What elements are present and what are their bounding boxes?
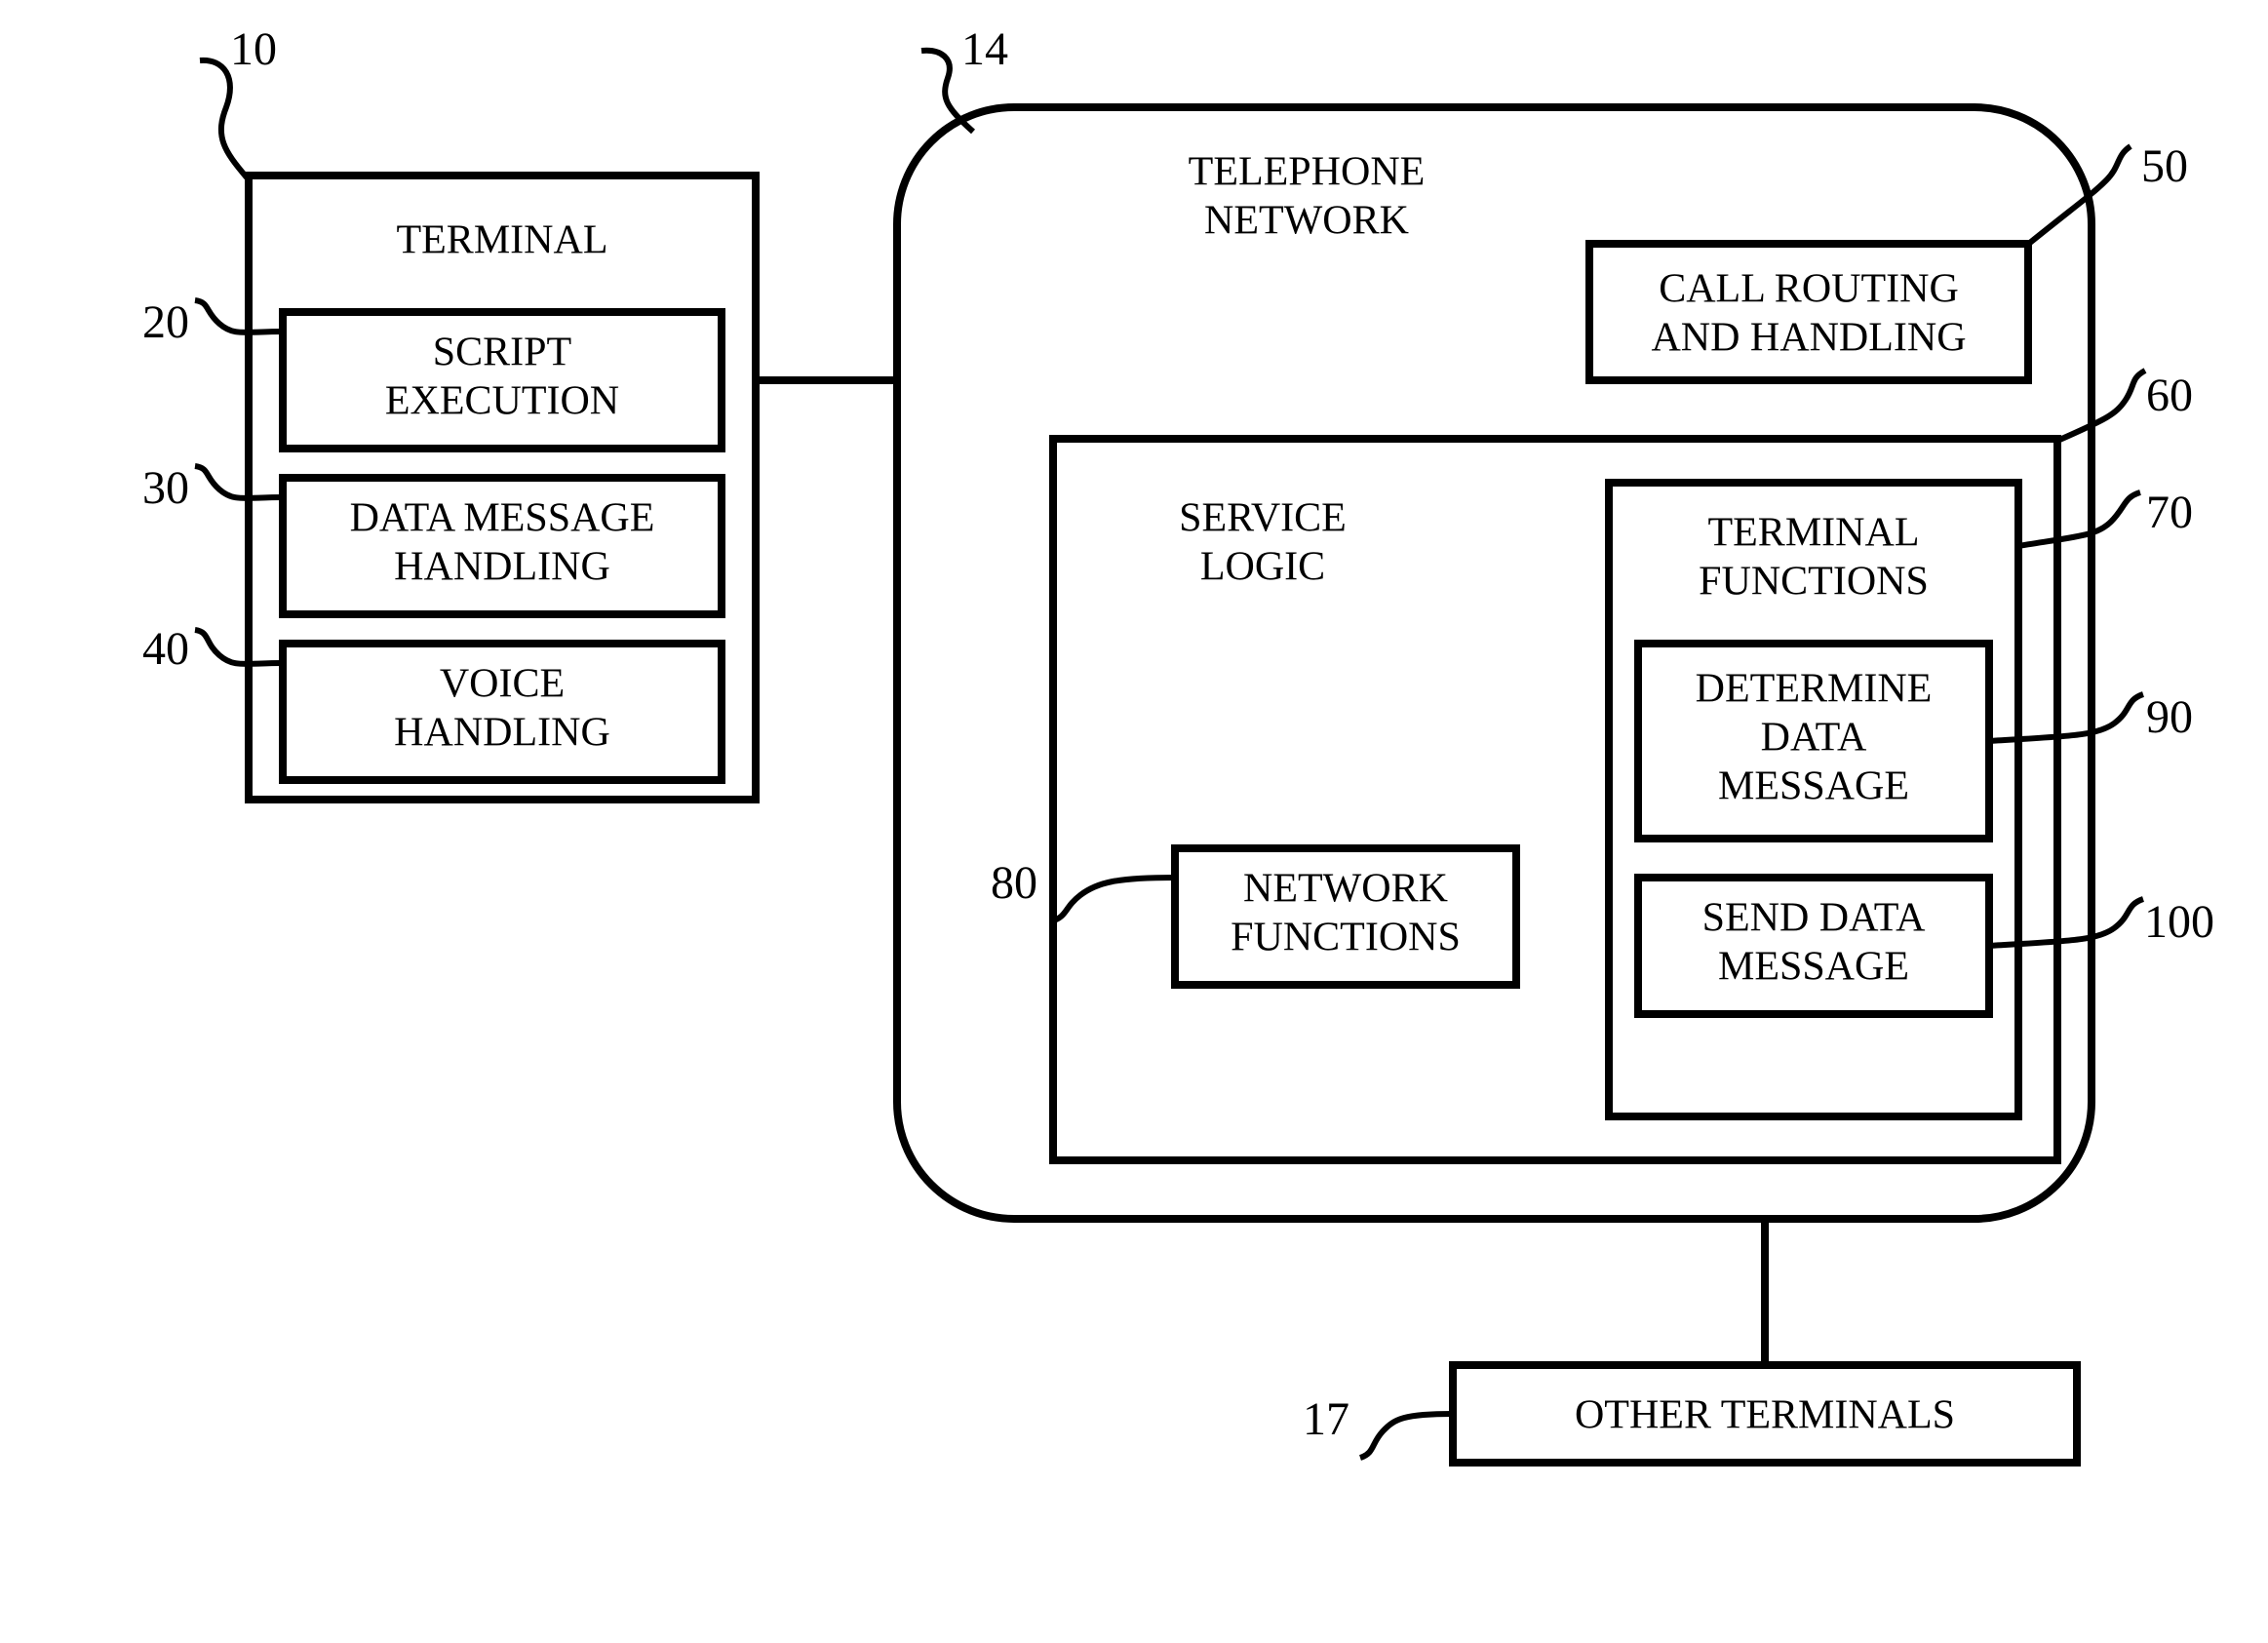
service-logic-line1: SERVICE bbox=[1179, 496, 1347, 541]
lead-20 bbox=[195, 300, 283, 333]
script-exec-line1: SCRIPT bbox=[433, 331, 571, 375]
ref-40: 40 bbox=[142, 623, 189, 675]
send-data-line1: SEND DATA bbox=[1702, 896, 1926, 941]
call-routing-line1: CALL ROUTING bbox=[1659, 267, 1959, 312]
lead-10 bbox=[200, 60, 247, 177]
terminal-functions-line1: TERMINAL bbox=[1708, 511, 1920, 556]
service-logic-line2: LOGIC bbox=[1200, 545, 1325, 590]
voice-handling-line1: VOICE bbox=[440, 662, 565, 707]
network-functions-line1: NETWORK bbox=[1243, 867, 1448, 912]
ref-100: 100 bbox=[2144, 896, 2214, 948]
determine-data-line2: DATA bbox=[1761, 716, 1867, 761]
ref-60: 60 bbox=[2146, 370, 2193, 421]
lead-90 bbox=[1989, 694, 2143, 741]
ref-30: 30 bbox=[142, 462, 189, 514]
telephone-network-line2: NETWORK bbox=[1204, 199, 1409, 244]
ref-10: 10 bbox=[230, 23, 277, 75]
terminal-title: TERMINAL bbox=[397, 218, 608, 263]
terminal-functions-line2: FUNCTIONS bbox=[1699, 560, 1929, 605]
network-functions-line2: FUNCTIONS bbox=[1231, 916, 1461, 960]
ref-70: 70 bbox=[2146, 487, 2193, 538]
lead-50 bbox=[2026, 146, 2131, 246]
ref-90: 90 bbox=[2146, 691, 2193, 743]
telephone-network-line1: TELEPHONE bbox=[1189, 150, 1426, 195]
ref-50: 50 bbox=[2141, 140, 2188, 192]
determine-data-line3: MESSAGE bbox=[1718, 764, 1909, 809]
call-routing-line2: AND HANDLING bbox=[1651, 316, 1966, 361]
determine-data-line1: DETERMINE bbox=[1696, 667, 1933, 712]
data-msg-handling-line2: HANDLING bbox=[394, 545, 610, 590]
ref-80: 80 bbox=[991, 857, 1037, 909]
data-msg-handling-line1: DATA MESSAGE bbox=[350, 496, 655, 541]
lead-30 bbox=[195, 466, 283, 498]
voice-handling-line2: HANDLING bbox=[394, 711, 610, 756]
lead-40 bbox=[195, 630, 283, 664]
lead-100 bbox=[1989, 899, 2143, 946]
other-terminals-title: OTHER TERMINALS bbox=[1575, 1393, 1955, 1438]
ref-20: 20 bbox=[142, 296, 189, 348]
ref-17: 17 bbox=[1303, 1393, 1349, 1445]
lead-80 bbox=[1051, 878, 1175, 921]
ref-14: 14 bbox=[961, 23, 1008, 75]
lead-17 bbox=[1360, 1414, 1453, 1458]
send-data-line2: MESSAGE bbox=[1718, 945, 1909, 990]
lead-60 bbox=[2057, 371, 2145, 441]
lead-70 bbox=[2018, 492, 2140, 546]
script-exec-line2: EXECUTION bbox=[385, 379, 619, 424]
